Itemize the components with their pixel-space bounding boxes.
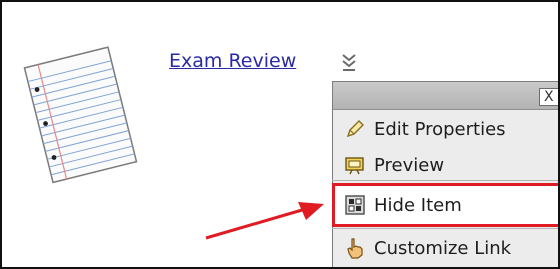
content-item-link[interactable]: Exam Review	[169, 50, 296, 72]
notebook-paper-icon	[23, 46, 138, 184]
menu-item-preview[interactable]: Preview	[332, 146, 558, 184]
close-menu-button[interactable]: X	[539, 88, 558, 106]
menu-item-edit-properties[interactable]: Edit Properties	[332, 110, 558, 148]
chevron-double-down-icon[interactable]	[340, 52, 358, 74]
preview-window-icon	[345, 157, 364, 175]
menu-item-label: Preview	[374, 154, 445, 176]
menu-item-customize-link[interactable]: Customize Link	[332, 229, 558, 267]
hide-item-icon	[345, 195, 365, 215]
screenshot-frame: Exam Review X Edit Properties Preview Hi…	[0, 0, 560, 269]
menu-item-label: Hide Item	[374, 194, 462, 216]
annotation-arrow-icon	[205, 202, 324, 240]
hand-pointer-icon	[347, 238, 363, 259]
menu-item-hide-item[interactable]: Hide Item	[332, 183, 558, 227]
menu-item-label: Customize Link	[374, 237, 512, 259]
pencil-icon	[346, 120, 364, 138]
menu-divider	[332, 180, 558, 181]
menu-item-label: Edit Properties	[374, 118, 506, 140]
close-icon: X	[544, 89, 554, 105]
menu-titlebar: X	[333, 82, 558, 110]
